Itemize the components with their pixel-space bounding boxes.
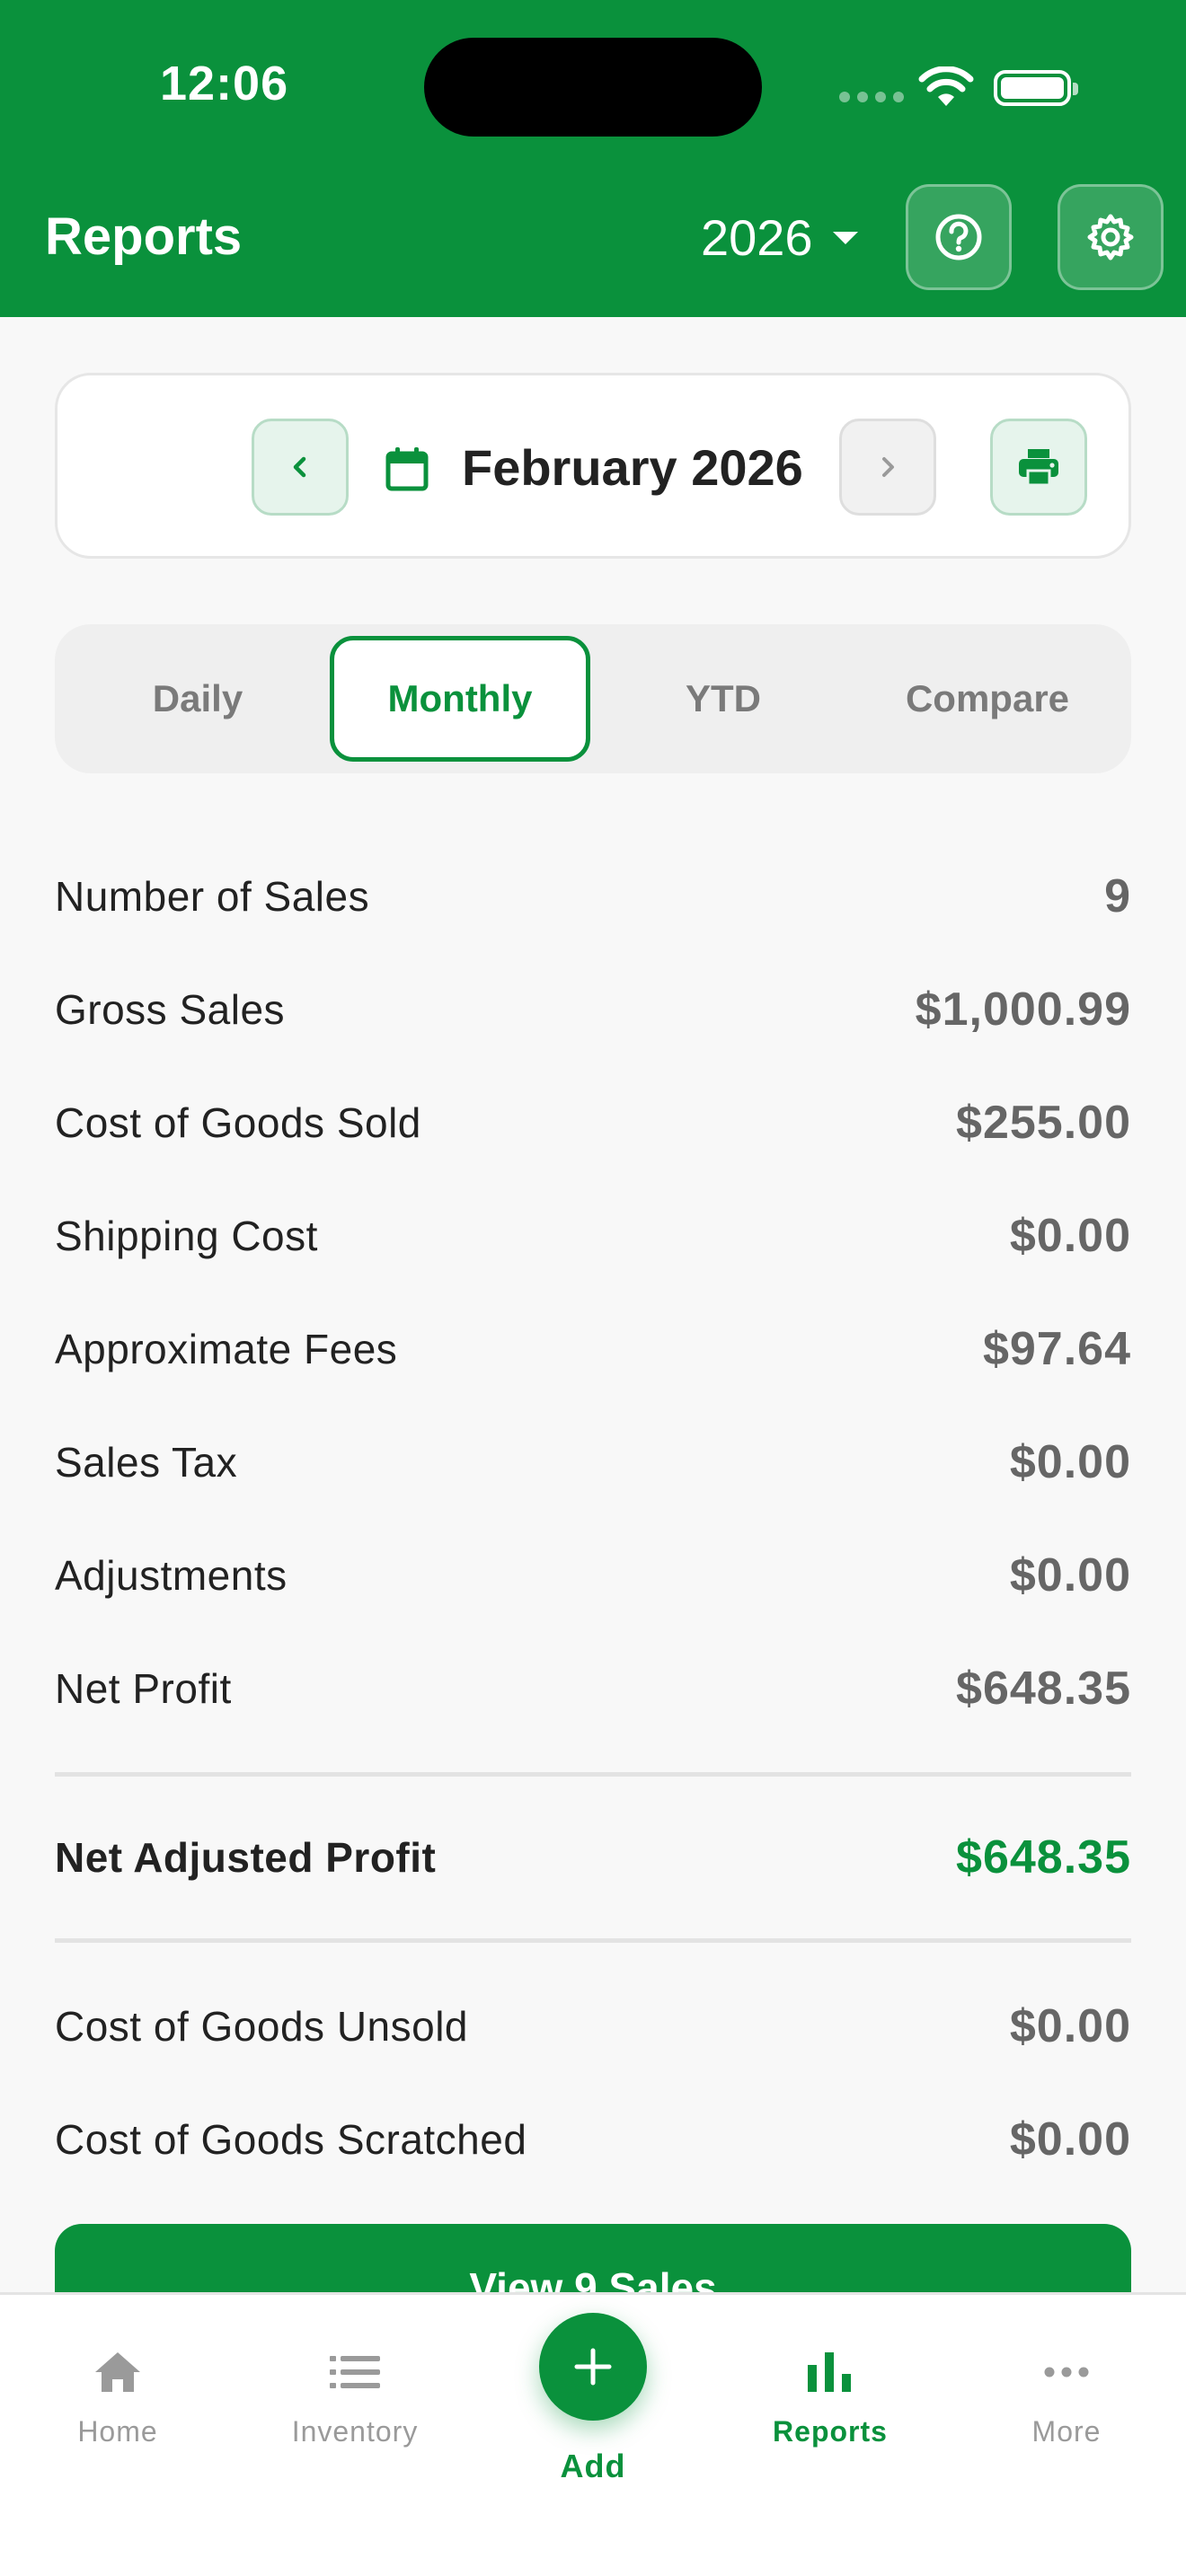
row-value: $1,000.99 xyxy=(915,984,1131,1036)
row-value: 9 xyxy=(1104,870,1131,922)
gear-icon xyxy=(1087,214,1134,260)
app-header: 12:06 Reports 2026 xyxy=(0,0,1186,317)
row-cost-of-goods-sold: Cost of Goods Sold $255.00 xyxy=(55,1066,1131,1179)
next-month-button[interactable] xyxy=(839,419,936,516)
row-number-of-sales: Number of Sales 9 xyxy=(55,840,1131,953)
row-label: Cost of Goods Scratched xyxy=(55,2116,527,2163)
row-label: Net Adjusted Profit xyxy=(55,1834,437,1881)
tab-monthly[interactable]: Monthly xyxy=(330,636,590,762)
caret-down-icon xyxy=(832,231,858,244)
divider xyxy=(55,1938,1131,1943)
year-dropdown[interactable]: 2026 xyxy=(701,208,858,267)
row-gross-sales: Gross Sales $1,000.99 xyxy=(55,953,1131,1066)
settings-button[interactable] xyxy=(1058,184,1164,290)
row-cost-of-goods-unsold: Cost of Goods Unsold $0.00 xyxy=(55,1970,1131,2083)
row-sales-tax: Sales Tax $0.00 xyxy=(55,1406,1131,1519)
previous-month-button[interactable] xyxy=(252,419,349,516)
period-label: February 2026 xyxy=(462,439,803,496)
row-value: $0.00 xyxy=(1009,2000,1131,2052)
row-label: Number of Sales xyxy=(55,873,370,920)
row-net-adjusted-profit: Net Adjusted Profit $648.35 xyxy=(55,1804,1131,1911)
nav-reports[interactable]: Reports xyxy=(740,2343,920,2448)
row-label: Adjustments xyxy=(55,1552,288,1599)
nav-more-label: More xyxy=(1031,2415,1102,2448)
page-title: Reports xyxy=(45,207,243,266)
bar-chart-icon xyxy=(808,2352,851,2392)
add-button[interactable] xyxy=(539,2313,647,2421)
row-label: Sales Tax xyxy=(55,1439,238,1486)
plus-icon xyxy=(574,2348,612,2386)
row-value: $0.00 xyxy=(1009,2113,1131,2166)
row-label: Shipping Cost xyxy=(55,1213,318,1259)
ellipsis-icon xyxy=(1044,2367,1089,2378)
help-button[interactable] xyxy=(906,184,1012,290)
row-label: Net Profit xyxy=(55,1665,232,1712)
report-period-tabs: Daily Monthly YTD Compare xyxy=(55,624,1131,773)
row-value: $97.64 xyxy=(982,1323,1131,1375)
print-button[interactable] xyxy=(990,419,1087,516)
bottom-navigation: Home Inventory Add Reports More xyxy=(0,2292,1186,2576)
nav-home-label: Home xyxy=(77,2415,158,2448)
row-label: Cost of Goods Unsold xyxy=(55,2003,469,2050)
row-label: Gross Sales xyxy=(55,986,286,1033)
period-navigator: February 2026 xyxy=(55,373,1131,559)
row-shipping-cost: Shipping Cost $0.00 xyxy=(55,1179,1131,1292)
cellular-signal-icon xyxy=(839,92,904,102)
nav-more[interactable]: More xyxy=(977,2343,1156,2448)
row-net-profit: Net Profit $648.35 xyxy=(55,1632,1131,1745)
row-value: $0.00 xyxy=(1009,1436,1131,1488)
row-value: $648.35 xyxy=(956,1663,1131,1715)
nav-inventory[interactable]: Inventory xyxy=(265,2343,445,2448)
row-label: Cost of Goods Sold xyxy=(55,1099,421,1146)
row-adjustments: Adjustments $0.00 xyxy=(55,1519,1131,1632)
tab-daily[interactable]: Daily xyxy=(67,636,328,762)
row-approximate-fees: Approximate Fees $97.64 xyxy=(55,1292,1131,1406)
row-value: $0.00 xyxy=(1009,1549,1131,1601)
chevron-right-icon xyxy=(882,457,894,477)
tab-ytd[interactable]: YTD xyxy=(593,636,854,762)
row-label: Approximate Fees xyxy=(55,1326,398,1372)
row-value: $648.35 xyxy=(956,1831,1131,1883)
tab-compare[interactable]: Compare xyxy=(857,636,1118,762)
report-summary: Number of Sales 9 Gross Sales $1,000.99 … xyxy=(55,840,1131,2196)
help-icon xyxy=(935,214,982,260)
year-value: 2026 xyxy=(701,209,813,266)
chevron-left-icon xyxy=(293,456,306,478)
nav-inventory-label: Inventory xyxy=(291,2415,419,2448)
nav-add-label[interactable]: Add xyxy=(503,2448,683,2485)
row-cost-of-goods-scratched: Cost of Goods Scratched $0.00 xyxy=(55,2083,1131,2196)
divider xyxy=(55,1772,1131,1777)
row-value: $0.00 xyxy=(1009,1210,1131,1262)
home-icon xyxy=(95,2352,140,2392)
list-icon xyxy=(330,2356,380,2388)
nav-reports-label: Reports xyxy=(773,2415,888,2448)
battery-icon xyxy=(994,70,1078,106)
dynamic-island xyxy=(424,38,762,137)
nav-home[interactable]: Home xyxy=(28,2343,208,2448)
print-icon xyxy=(1019,449,1058,487)
calendar-icon xyxy=(385,447,429,491)
row-value: $255.00 xyxy=(956,1097,1131,1149)
status-time: 12:06 xyxy=(160,57,289,110)
wifi-icon xyxy=(918,66,974,106)
